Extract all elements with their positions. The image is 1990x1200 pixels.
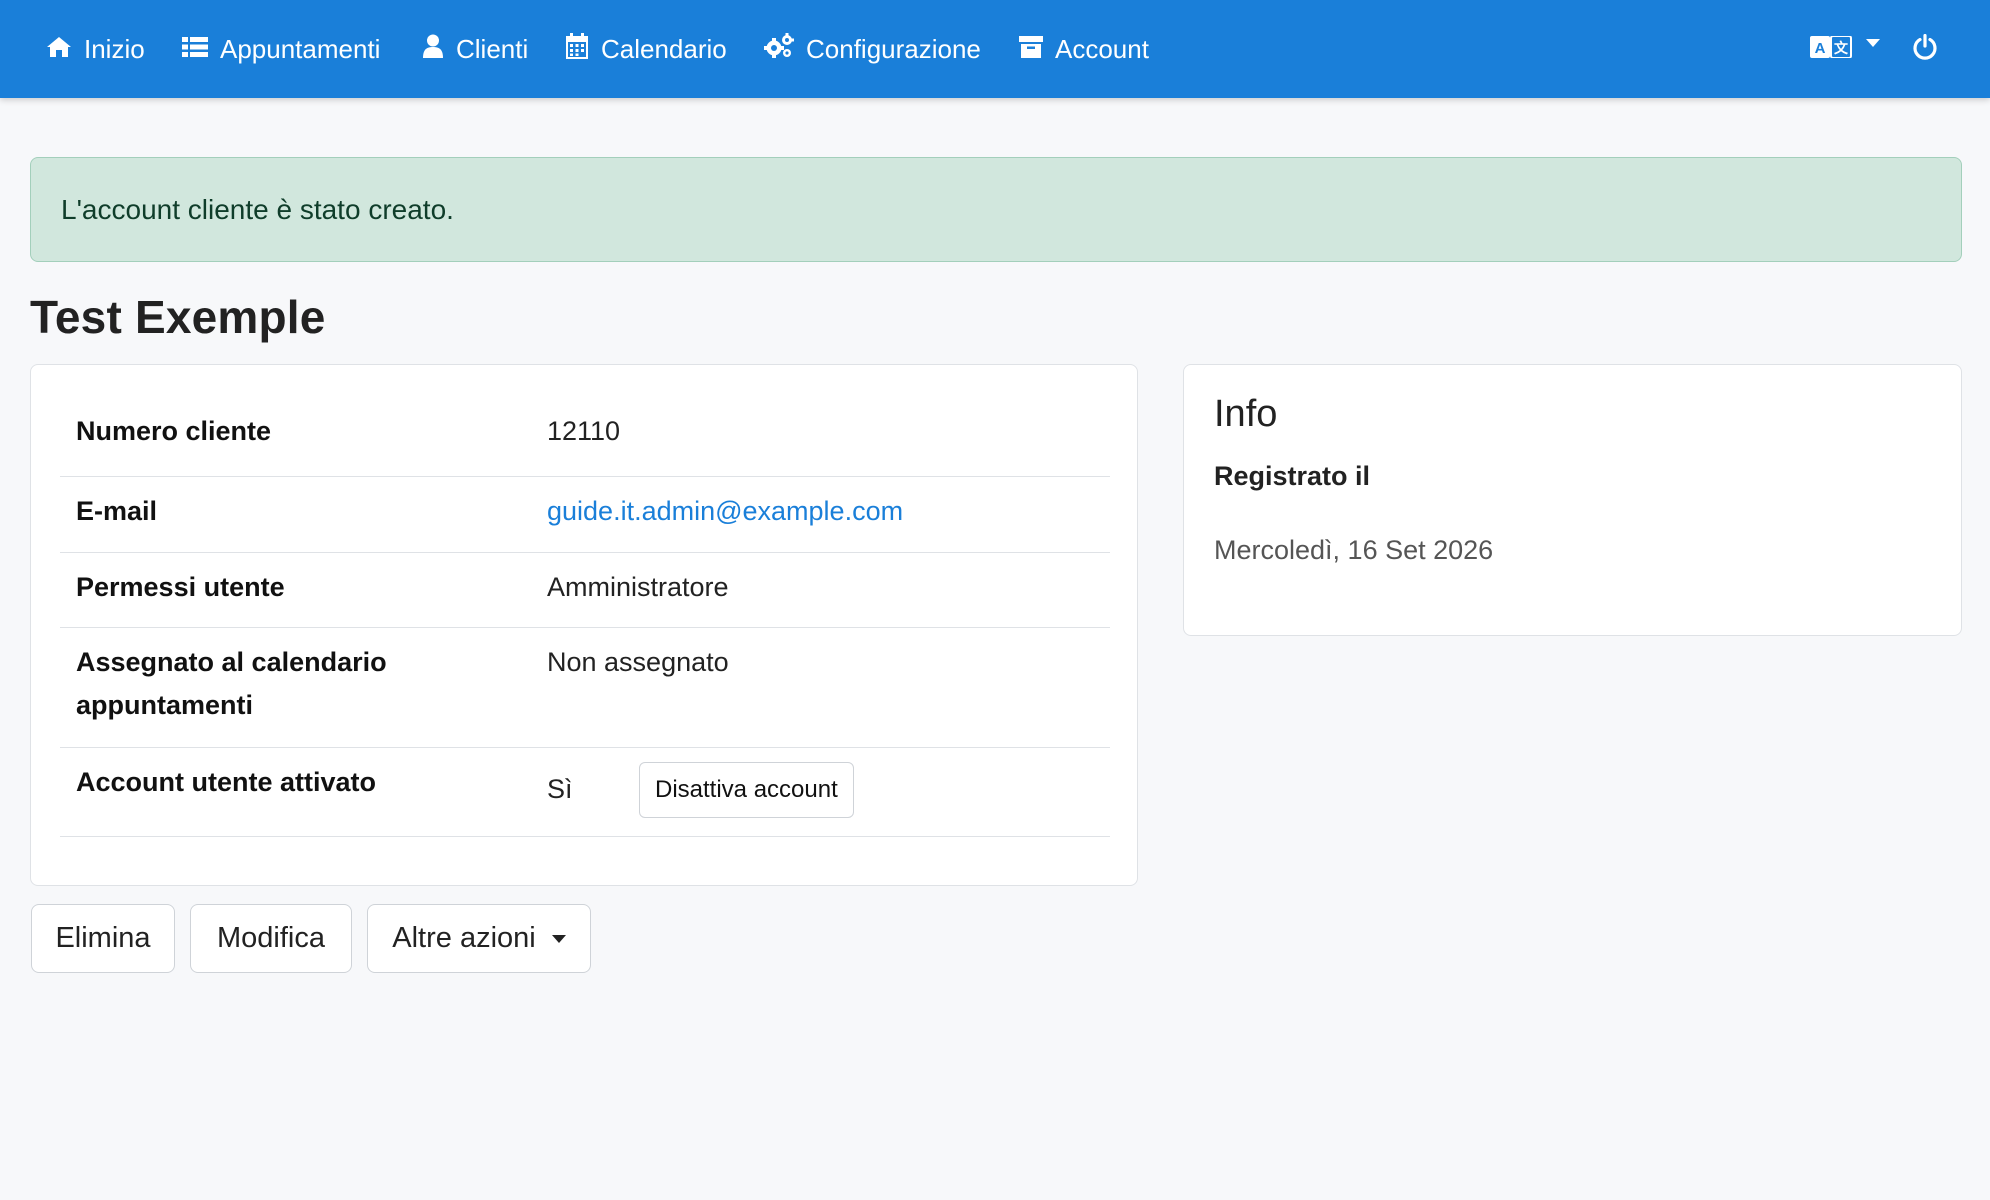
row-label: Assegnato al calendario appuntamenti bbox=[76, 647, 387, 720]
row-label: Permessi utente bbox=[76, 572, 285, 602]
row-label: Account utente attivato bbox=[76, 767, 377, 797]
nav-label-configurazione: Configurazione bbox=[806, 33, 981, 64]
deactivate-account-button[interactable]: Disattiva account bbox=[639, 762, 854, 818]
nav-label-account: Account bbox=[1055, 33, 1149, 64]
row-label: E-mail bbox=[76, 496, 158, 526]
svg-text:A: A bbox=[1815, 40, 1826, 57]
customer-number: 12110 bbox=[547, 416, 621, 446]
calendar-assignment: Non assegnato bbox=[547, 647, 729, 677]
nav-label-appuntamenti: Appuntamenti bbox=[220, 33, 381, 64]
power-icon bbox=[1912, 33, 1938, 65]
alert-message: L'account cliente è stato creato. bbox=[61, 193, 454, 225]
chevron-down-icon bbox=[551, 934, 566, 943]
svg-text:文: 文 bbox=[1834, 40, 1849, 57]
more-actions-label: Altre azioni bbox=[392, 922, 536, 954]
success-alert: L'account cliente è stato creato. bbox=[30, 157, 1962, 262]
logout-button[interactable] bbox=[1912, 0, 1938, 98]
nav-item-appuntamenti[interactable]: Appuntamenti bbox=[182, 0, 380, 98]
archive-icon bbox=[1019, 34, 1043, 65]
edit-button-label: Modifica bbox=[217, 922, 325, 954]
user-permissions: Amministratore bbox=[547, 572, 729, 602]
table-row: Numero cliente 12110 bbox=[60, 387, 1110, 477]
nav-item-account[interactable]: Account bbox=[1019, 0, 1149, 98]
table-row: E-mail guide.it.admin@example.com bbox=[60, 477, 1110, 553]
table-row: Assegnato al calendario appuntamenti Non… bbox=[60, 628, 1110, 748]
info-title: Info bbox=[1214, 393, 1278, 435]
nav-item-configurazione[interactable]: Configurazione bbox=[764, 0, 981, 98]
table-row: Permessi utente Amministratore bbox=[60, 553, 1110, 628]
gears-icon bbox=[764, 32, 794, 66]
table-row: Account utente attivato Sì Disattiva acc… bbox=[60, 748, 1110, 837]
customer-details-card: Numero cliente 12110 E-mail guide.it.adm… bbox=[30, 364, 1138, 886]
info-card: Info Registrato il Mercoledì, 16 Set 202… bbox=[1183, 364, 1962, 636]
nav-item-calendario[interactable]: Calendario bbox=[565, 0, 727, 98]
language-icon: A文 bbox=[1810, 34, 1852, 63]
account-active-status: Sì bbox=[547, 774, 573, 804]
top-navbar: Inizio Appuntamenti Clienti Calendario C… bbox=[0, 0, 1990, 98]
nav-label-inizio: Inizio bbox=[84, 33, 145, 64]
home-icon bbox=[46, 34, 72, 65]
edit-button[interactable]: Modifica bbox=[190, 904, 352, 973]
user-icon bbox=[422, 34, 444, 65]
calendar-icon bbox=[565, 32, 589, 66]
chevron-down-icon bbox=[1866, 39, 1880, 47]
registered-date: Mercoledì, 16 Set 2026 bbox=[1214, 535, 1494, 565]
page-title: Test Exemple bbox=[30, 291, 326, 343]
delete-button[interactable]: Elimina bbox=[31, 904, 175, 973]
email-link[interactable]: guide.it.admin@example.com bbox=[547, 490, 903, 533]
nav-item-clienti[interactable]: Clienti bbox=[422, 0, 528, 98]
list-icon bbox=[182, 34, 208, 65]
nav-label-clienti: Clienti bbox=[456, 33, 529, 64]
more-actions-dropdown[interactable]: Altre azioni bbox=[367, 904, 591, 973]
language-menu[interactable]: A文 bbox=[1810, 0, 1880, 98]
row-label: Numero cliente bbox=[76, 416, 272, 446]
nav-item-inizio[interactable]: Inizio bbox=[46, 0, 145, 98]
delete-button-label: Elimina bbox=[55, 922, 151, 954]
registered-label: Registrato il bbox=[1214, 461, 1371, 491]
nav-label-calendario: Calendario bbox=[601, 33, 727, 64]
